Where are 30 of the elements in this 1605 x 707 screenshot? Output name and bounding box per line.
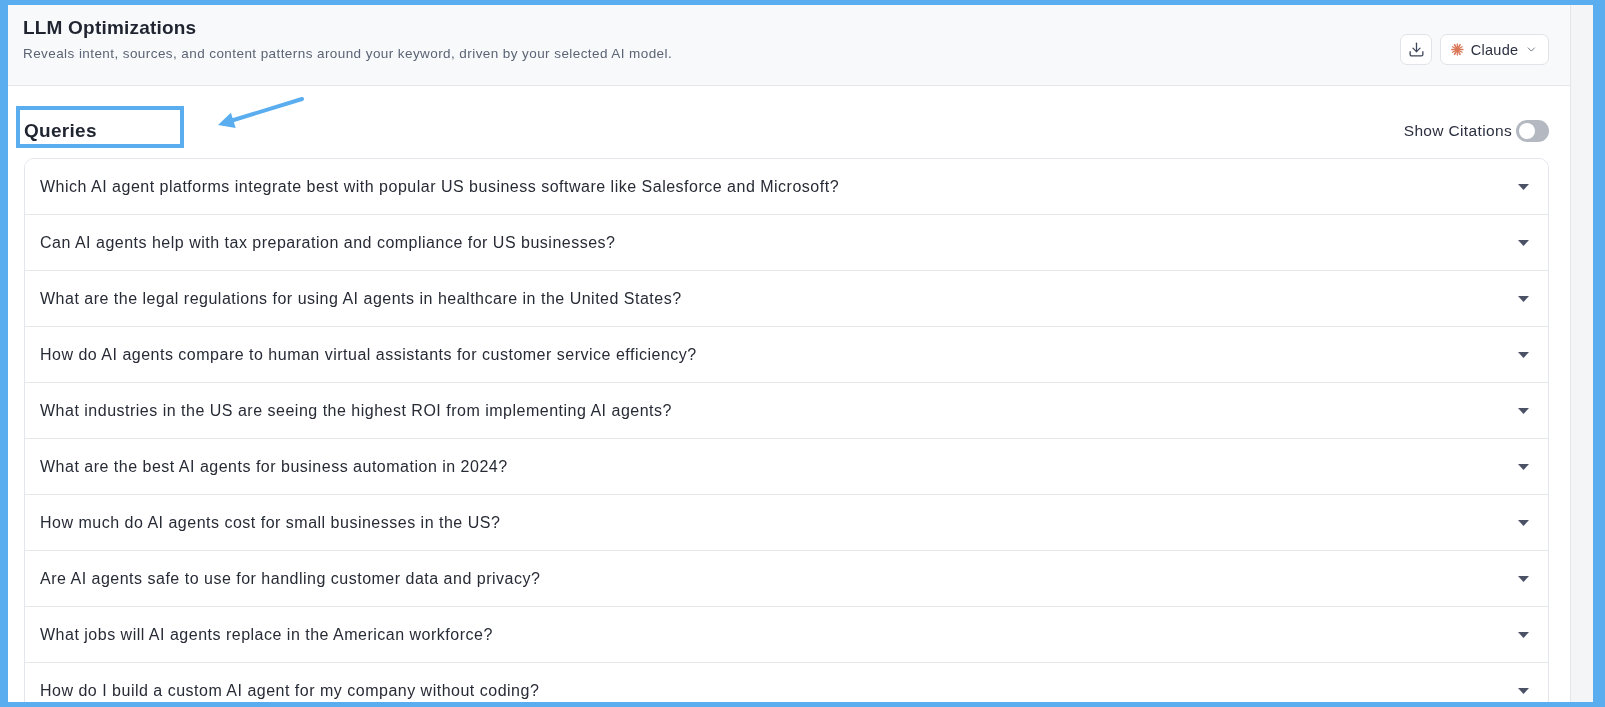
- caret-down-icon: [1518, 687, 1529, 694]
- query-text: What jobs will AI agents replace in the American workforce?: [40, 626, 493, 643]
- caret-down-icon: [1518, 519, 1529, 526]
- query-text: What industries in the US are seeing the highest ROI from implementing AI agents?: [40, 402, 672, 419]
- download-button[interactable]: [1400, 34, 1432, 65]
- query-text: What are the legal regulations for using AI agents in healthcare in the United States?: [40, 290, 682, 307]
- query-text: What are the best AI agents for business automation in 2024?: [40, 458, 508, 475]
- query-text: Can AI agents help with tax preparation and compliance for US businesses?: [40, 234, 616, 251]
- caret-down-icon: [1518, 575, 1529, 582]
- caret-down-icon: [1518, 183, 1529, 190]
- query-text: How do I build a custom AI agent for my company without coding?: [40, 682, 540, 699]
- starburst-icon: [1451, 42, 1464, 57]
- caret-down-icon: [1518, 407, 1529, 414]
- query-text: Are AI agents safe to use for handling customer data and privacy?: [40, 570, 541, 587]
- caret-down-icon: [1518, 239, 1529, 246]
- query-row[interactable]: Which AI agent platforms integrate best with popular US business software like Salesforce and Microsoft?: [25, 159, 1548, 215]
- query-text: Which AI agent platforms integrate best with popular US business software like Salesforce and Microsoft?: [40, 178, 840, 195]
- caret-down-icon: [1518, 631, 1529, 638]
- toggle-label: Show Citations: [1403, 122, 1512, 140]
- model-selector[interactable]: Claude: [1440, 34, 1549, 65]
- citations-toggle[interactable]: [1516, 120, 1549, 142]
- query-text: How much do AI agents cost for small businesses in the US?: [40, 514, 501, 531]
- page-subtitle: Reveals intent, sources, and content patterns around your keyword, driven by your selected AI model.: [23, 45, 673, 63]
- caret-down-icon: [1518, 351, 1529, 358]
- section-title: Queries: [24, 119, 97, 143]
- download-icon: [1407, 41, 1425, 58]
- caret-down-icon: [1518, 295, 1529, 302]
- caret-down-icon: [1518, 463, 1529, 470]
- page-title: LLM Optimizations: [23, 17, 198, 39]
- query-text: How do AI agents compare to human virtual assistants for customer service efficiency?: [40, 346, 697, 363]
